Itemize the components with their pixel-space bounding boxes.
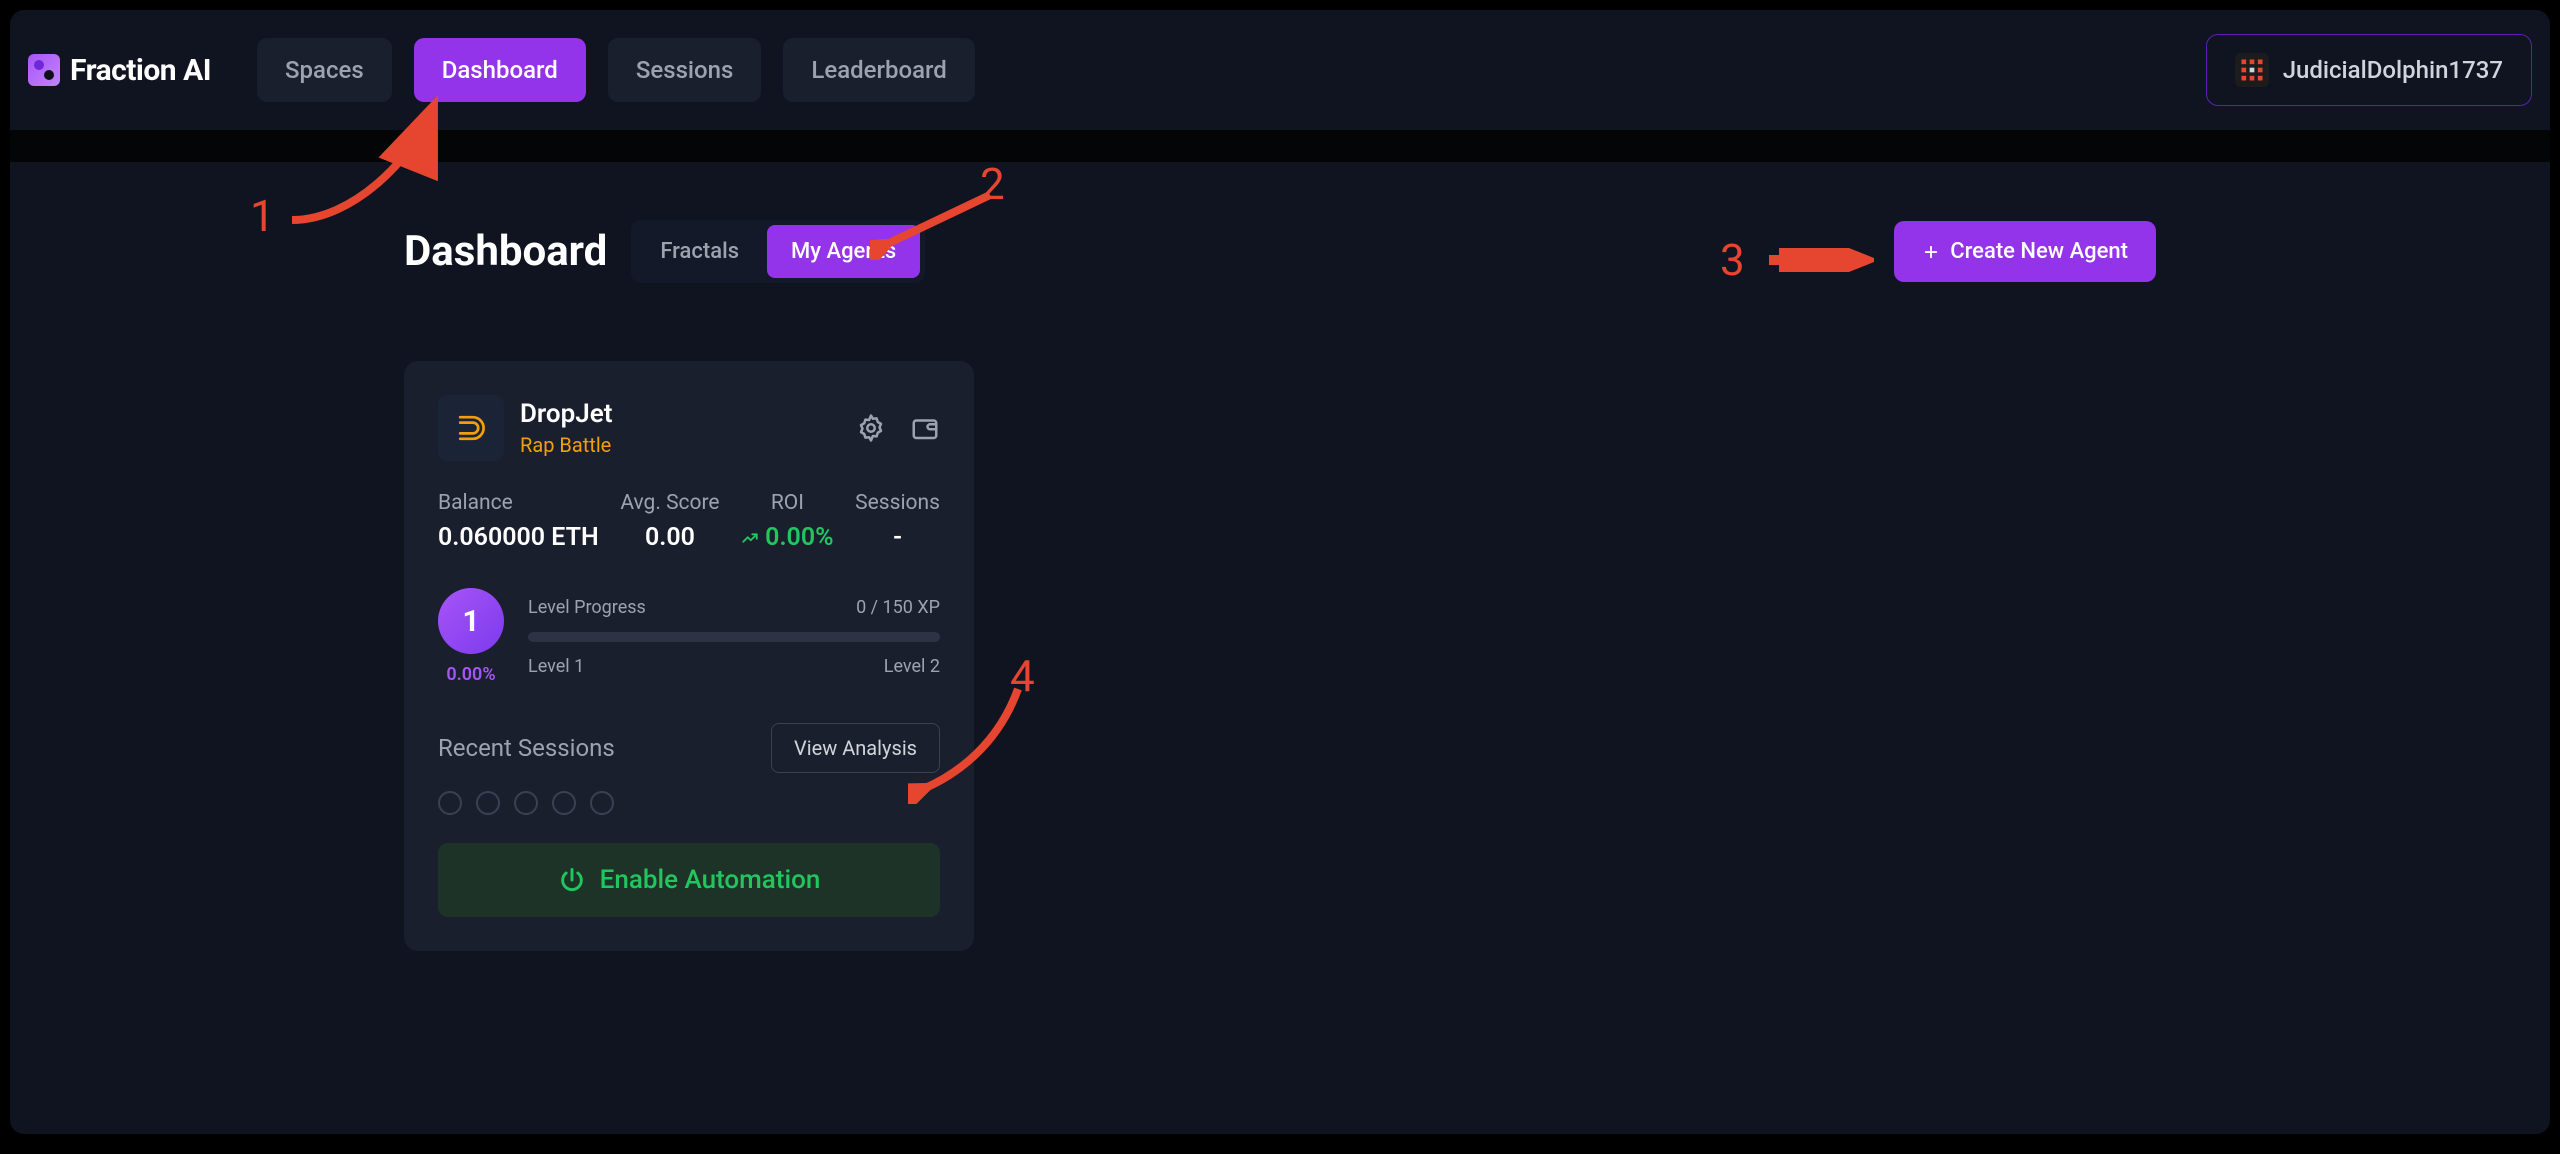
- power-icon: [558, 866, 586, 894]
- level-to: Level 2: [884, 656, 940, 677]
- stat-avg-score-value: 0.00: [620, 523, 719, 552]
- session-dot: [514, 791, 538, 815]
- divider: [10, 130, 2550, 162]
- stat-sessions-label: Sessions: [855, 491, 940, 515]
- agent-name: DropJet: [520, 399, 612, 429]
- recent-session-dots: [438, 791, 940, 815]
- nav-tab-spaces[interactable]: Spaces: [257, 38, 392, 102]
- level-from: Level 1: [528, 656, 584, 677]
- xp-label: 0 / 150 XP: [856, 597, 940, 618]
- session-dot: [552, 791, 576, 815]
- recent-sessions-title: Recent Sessions: [438, 734, 615, 762]
- create-new-agent-button[interactable]: Create New Agent: [1894, 221, 2156, 282]
- wallet-icon[interactable]: [910, 413, 940, 443]
- brand-name: Fraction AI: [70, 53, 211, 88]
- stat-roi: ROI 0.00%: [741, 491, 833, 552]
- page-header: Dashboard Fractals My Agents Create New …: [404, 220, 2156, 283]
- session-dot: [438, 791, 462, 815]
- nav-tab-leaderboard[interactable]: Leaderboard: [783, 38, 974, 102]
- stat-avg-score: Avg. Score 0.00: [620, 491, 719, 552]
- session-dot: [590, 791, 614, 815]
- user-avatar-icon: [2235, 53, 2269, 87]
- plus-icon: [1922, 243, 1940, 261]
- session-dot: [476, 791, 500, 815]
- level-progress-label: Level Progress: [528, 597, 646, 618]
- agent-card: DropJet Rap Battle Balance 0.060000 ETH …: [404, 361, 974, 951]
- subtab-my-agents[interactable]: My Agents: [767, 225, 920, 278]
- page-title: Dashboard: [404, 227, 607, 276]
- brand-logo[interactable]: Fraction AI: [28, 53, 211, 88]
- gear-icon[interactable]: [856, 413, 886, 443]
- progress-bar: [528, 632, 940, 642]
- subtab-fractals[interactable]: Fractals: [636, 225, 763, 278]
- user-name: JudicialDolphin1737: [2283, 56, 2503, 84]
- stat-balance-label: Balance: [438, 491, 599, 515]
- agent-logo-icon: [438, 395, 504, 461]
- stat-sessions-value: -: [855, 523, 940, 552]
- brand-logo-icon: [28, 54, 60, 86]
- enable-automation-button[interactable]: Enable Automation: [438, 843, 940, 917]
- enable-automation-label: Enable Automation: [600, 865, 821, 895]
- user-menu[interactable]: JudicialDolphin1737: [2206, 34, 2532, 106]
- stat-sessions: Sessions -: [855, 491, 940, 552]
- subtabs: Fractals My Agents: [631, 220, 925, 283]
- level-badge-pct: 0.00%: [438, 664, 504, 685]
- nav-tab-sessions[interactable]: Sessions: [608, 38, 762, 102]
- level-badge: 1: [438, 588, 504, 654]
- stat-roi-label: ROI: [741, 491, 833, 515]
- agent-subtitle: Rap Battle: [520, 433, 612, 457]
- nav-tabs: Spaces Dashboard Sessions Leaderboard: [257, 38, 975, 102]
- nav-tab-dashboard[interactable]: Dashboard: [414, 38, 586, 102]
- trend-up-icon: [741, 529, 759, 547]
- stat-avg-score-label: Avg. Score: [620, 491, 719, 515]
- stat-balance-value: 0.060000 ETH: [438, 523, 599, 552]
- topbar: Fraction AI Spaces Dashboard Sessions Le…: [10, 10, 2550, 130]
- stat-balance: Balance 0.060000 ETH: [438, 491, 599, 552]
- view-analysis-button[interactable]: View Analysis: [771, 723, 940, 773]
- stat-roi-value: 0.00%: [765, 523, 833, 552]
- create-button-label: Create New Agent: [1950, 239, 2128, 264]
